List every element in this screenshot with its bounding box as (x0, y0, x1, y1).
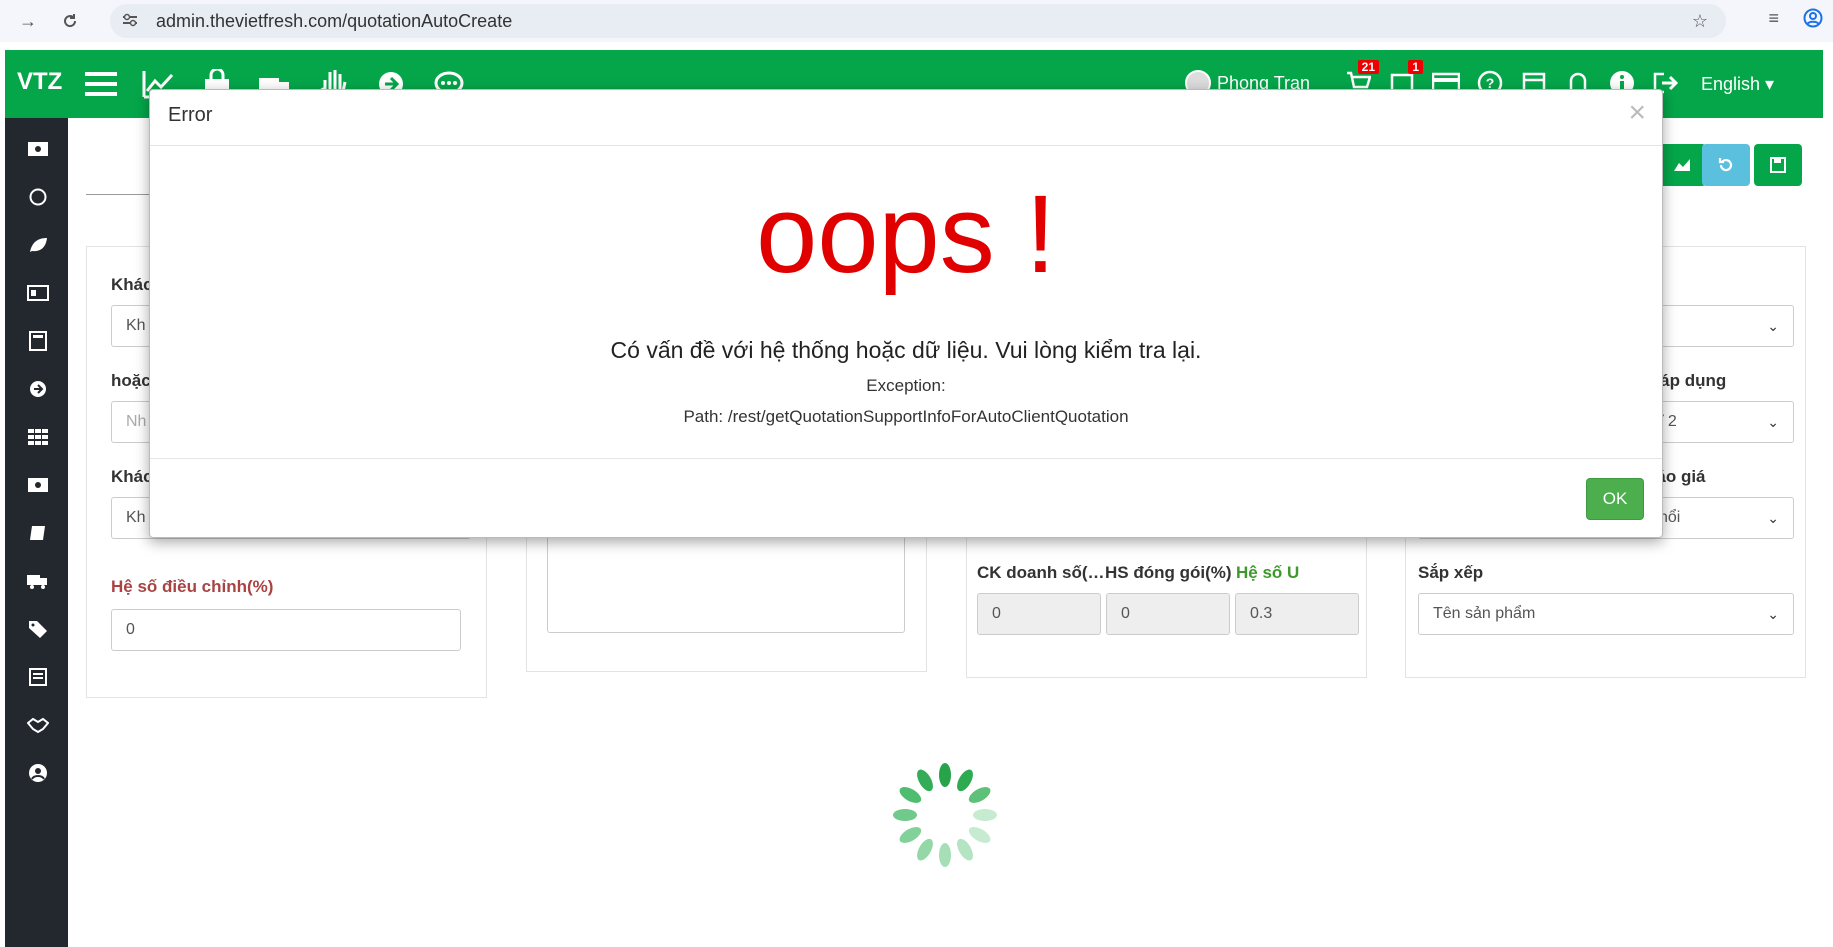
error-modal: Error × oops ! Có vấn đề với hệ thống ho… (149, 89, 1663, 538)
wallet-badge: 1 (1408, 60, 1423, 74)
save-button[interactable] (1754, 144, 1802, 186)
user-circle-icon[interactable] (27, 762, 49, 784)
adjust-factor-label: Hệ số điều chỉnh(%) (111, 577, 274, 596)
grid-icon[interactable] (27, 426, 49, 448)
money-icon[interactable] (27, 474, 49, 496)
sort-value: Tên sản phẩm (1433, 605, 1536, 622)
sort-label: Sắp xếp (1418, 563, 1484, 582)
money-icon[interactable] (27, 138, 49, 160)
bookmark-star-icon[interactable]: ☆ (1692, 11, 1708, 32)
calculator-icon[interactable] (27, 330, 49, 352)
reload-icon[interactable] (56, 7, 84, 35)
packaging-factor-input[interactable]: 0 (1106, 593, 1230, 635)
packaging-factor-label: HS đóng gói(%) (1105, 563, 1232, 582)
customer-label: Khác (111, 275, 153, 294)
close-icon[interactable]: × (1628, 98, 1646, 128)
modal-footer-divider (150, 458, 1662, 459)
page-scrollbar[interactable] (1823, 42, 1833, 947)
leaf-icon[interactable] (27, 234, 49, 256)
id-card-icon[interactable] (27, 282, 49, 304)
chevron-down-icon: ⌄ (1767, 414, 1779, 430)
profile-icon[interactable] (1803, 8, 1823, 33)
ok-button[interactable]: OK (1586, 478, 1644, 520)
error-headline: oops ! (756, 173, 1056, 296)
forward-icon[interactable]: → (14, 7, 42, 35)
tags-icon[interactable] (27, 618, 49, 640)
error-message: Có vấn đề với hệ thống hoặc dữ liệu. Vui… (610, 337, 1202, 363)
sales-discount-label: CK doanh số(… (977, 563, 1105, 582)
chevron-down-icon: ⌄ (1767, 510, 1779, 526)
cart-badge: 21 (1357, 60, 1379, 74)
reading-list-icon[interactable]: ≡ (1768, 8, 1779, 33)
modal-header: Error × (150, 90, 1662, 146)
notes-textarea[interactable] (547, 533, 905, 633)
newspaper-icon[interactable] (27, 666, 49, 688)
handshake-icon[interactable] (27, 714, 49, 736)
menu-icon[interactable] (83, 66, 119, 102)
exception-label: Exception: (866, 376, 946, 395)
or-label: hoặc (111, 371, 151, 390)
error-path: Path: /rest/getQuotationSupportInfoForAu… (683, 407, 1129, 426)
truck-icon[interactable] (27, 570, 49, 592)
sidebar (5, 118, 68, 947)
refresh-button[interactable] (1702, 144, 1750, 186)
adjust-factor-input[interactable]: 0 (111, 609, 461, 651)
loading-spinner-icon (893, 763, 997, 867)
modal-title: Error (168, 104, 213, 126)
browser-toolbar: → admin.thevietfresh.com/quotationAutoCr… (0, 0, 1833, 42)
arrow-circle-right-icon[interactable] (27, 378, 49, 400)
u-factor-label: Hệ số U (1236, 563, 1300, 582)
sales-discount-input[interactable]: 0 (977, 593, 1101, 635)
url-text: admin.thevietfresh.com/quotationAutoCrea… (156, 10, 513, 31)
site-info-icon[interactable] (122, 13, 142, 30)
sort-select[interactable]: Tên sản phẩm ⌄ (1418, 593, 1794, 635)
customer-type-label: Khác (111, 467, 153, 486)
chart-area-button[interactable] (1658, 144, 1706, 186)
language-select[interactable]: English ▾ (1701, 74, 1774, 95)
u-factor-input[interactable]: 0.3 (1235, 593, 1359, 635)
book-icon[interactable] (27, 522, 49, 544)
address-bar[interactable]: admin.thevietfresh.com/quotationAutoCrea… (110, 4, 1726, 38)
chevron-down-icon: ⌄ (1767, 318, 1779, 334)
chevron-down-icon: ⌄ (1767, 606, 1779, 622)
whatsapp-icon[interactable] (27, 186, 49, 208)
logo[interactable]: VTZ (17, 68, 62, 96)
